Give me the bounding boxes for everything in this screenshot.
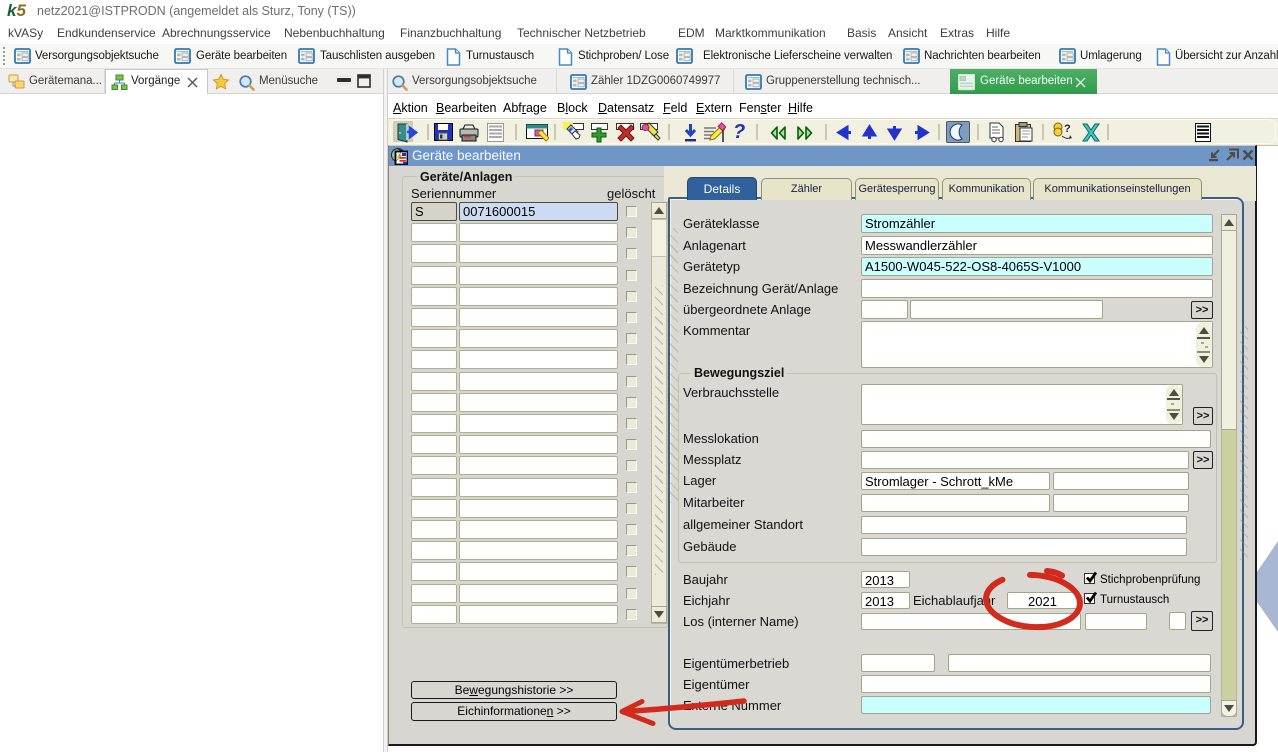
svg-text:?: ?	[1064, 123, 1071, 135]
